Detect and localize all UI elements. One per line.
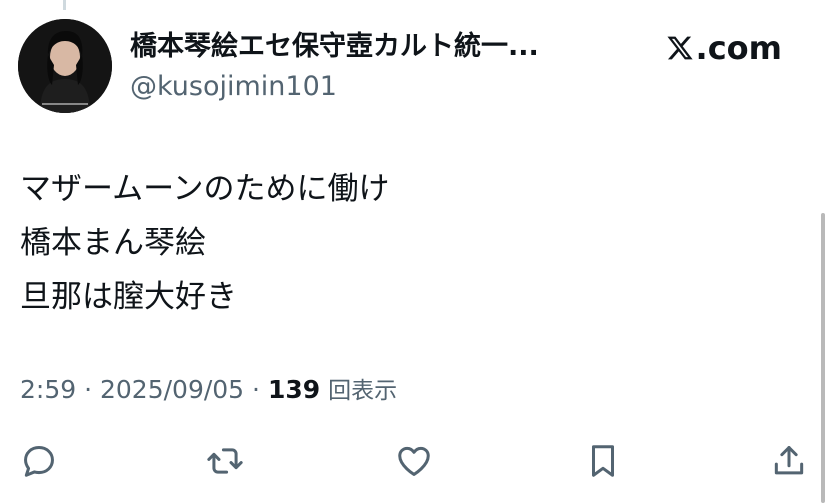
retweet-button[interactable]: [202, 438, 248, 484]
display-name[interactable]: 橋本琴絵エセ保守壺カルト統一...: [130, 28, 590, 66]
like-button[interactable]: [391, 438, 437, 484]
reply-icon: [24, 446, 54, 477]
meta-separator: ·: [252, 375, 260, 404]
share-icon: [774, 446, 804, 475]
scrollbar[interactable]: [821, 213, 825, 503]
tweet-line: 旦那は膣大好き: [20, 279, 237, 315]
reply-button[interactable]: [16, 438, 62, 484]
action-bar: [0, 438, 828, 488]
brand-x-com: .com: [666, 28, 782, 68]
tweet-line: マザームーンのために働け: [20, 171, 390, 207]
bookmark-icon: [591, 445, 615, 477]
tweet-line: 橋本まん琴絵: [20, 225, 206, 261]
share-button[interactable]: [766, 438, 812, 484]
meta-separator: ·: [84, 375, 93, 404]
tweet-meta: 2:59 · 2025/09/05 · 139 回表示: [20, 370, 397, 411]
heart-icon: [398, 446, 430, 476]
user-handle[interactable]: @kusojimin101: [130, 68, 337, 106]
bookmark-button[interactable]: [580, 438, 626, 484]
retweet-icon: [207, 448, 243, 474]
views-count: 139: [267, 375, 321, 404]
x-logo-icon: [667, 36, 693, 60]
avatar[interactable]: [18, 19, 112, 113]
thread-connector-line: [63, 0, 66, 10]
tweet-time[interactable]: 2:59: [20, 375, 76, 404]
views-label: 回表示: [328, 378, 398, 404]
tweet-date[interactable]: 2025/09/05: [100, 375, 244, 404]
tweet-text: マザームーンのために働け 橋本まん琴絵 旦那は膣大好き: [20, 162, 390, 324]
brand-domain: .com: [695, 29, 782, 67]
